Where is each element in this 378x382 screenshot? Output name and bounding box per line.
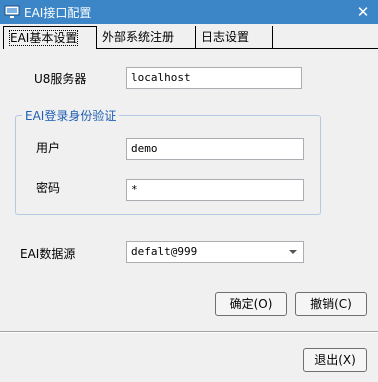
tab-external-system-registration[interactable]: 外部系统注册 bbox=[97, 26, 196, 48]
datasource-select[interactable]: defalt@999 bbox=[126, 241, 304, 263]
cancel-button[interactable]: 撤销(C) bbox=[295, 292, 367, 316]
u8-server-label: U8服务器 bbox=[34, 72, 87, 86]
tab-label: EAI基本设置 bbox=[9, 30, 79, 46]
exit-button[interactable]: 退出(X) bbox=[303, 348, 367, 372]
eai-config-window: EAI接口配置 ✕ EAI基本设置 外部系统注册 日志设置 U8服务器 loca… bbox=[0, 0, 378, 382]
datasource-label: EAI数据源 bbox=[20, 247, 76, 261]
title-bar: EAI接口配置 ✕ bbox=[0, 0, 378, 24]
tab-panel-border bbox=[97, 48, 378, 49]
user-label: 用户 bbox=[36, 141, 61, 155]
tab-label: 日志设置 bbox=[201, 30, 250, 44]
bottom-separator-highlight bbox=[0, 332, 378, 333]
close-icon[interactable]: ✕ bbox=[354, 2, 372, 22]
password-label: 密码 bbox=[36, 181, 61, 195]
password-input[interactable]: * bbox=[126, 179, 304, 201]
tab-eai-basic-settings[interactable]: EAI基本设置 bbox=[3, 26, 97, 49]
u8-server-input[interactable]: localhost bbox=[126, 67, 302, 89]
window-title: EAI接口配置 bbox=[24, 6, 92, 20]
auth-groupbox-title: EAI登录身份验证 bbox=[22, 107, 120, 124]
ok-button[interactable]: 确定(O) bbox=[215, 292, 287, 316]
monitor-icon bbox=[4, 5, 20, 18]
datasource-value: defalt@999 bbox=[131, 245, 198, 258]
chevron-down-icon bbox=[289, 250, 297, 254]
tab-label: 外部系统注册 bbox=[102, 30, 175, 44]
tab-log-settings[interactable]: 日志设置 bbox=[196, 26, 273, 48]
user-input[interactable]: demo bbox=[126, 138, 304, 160]
